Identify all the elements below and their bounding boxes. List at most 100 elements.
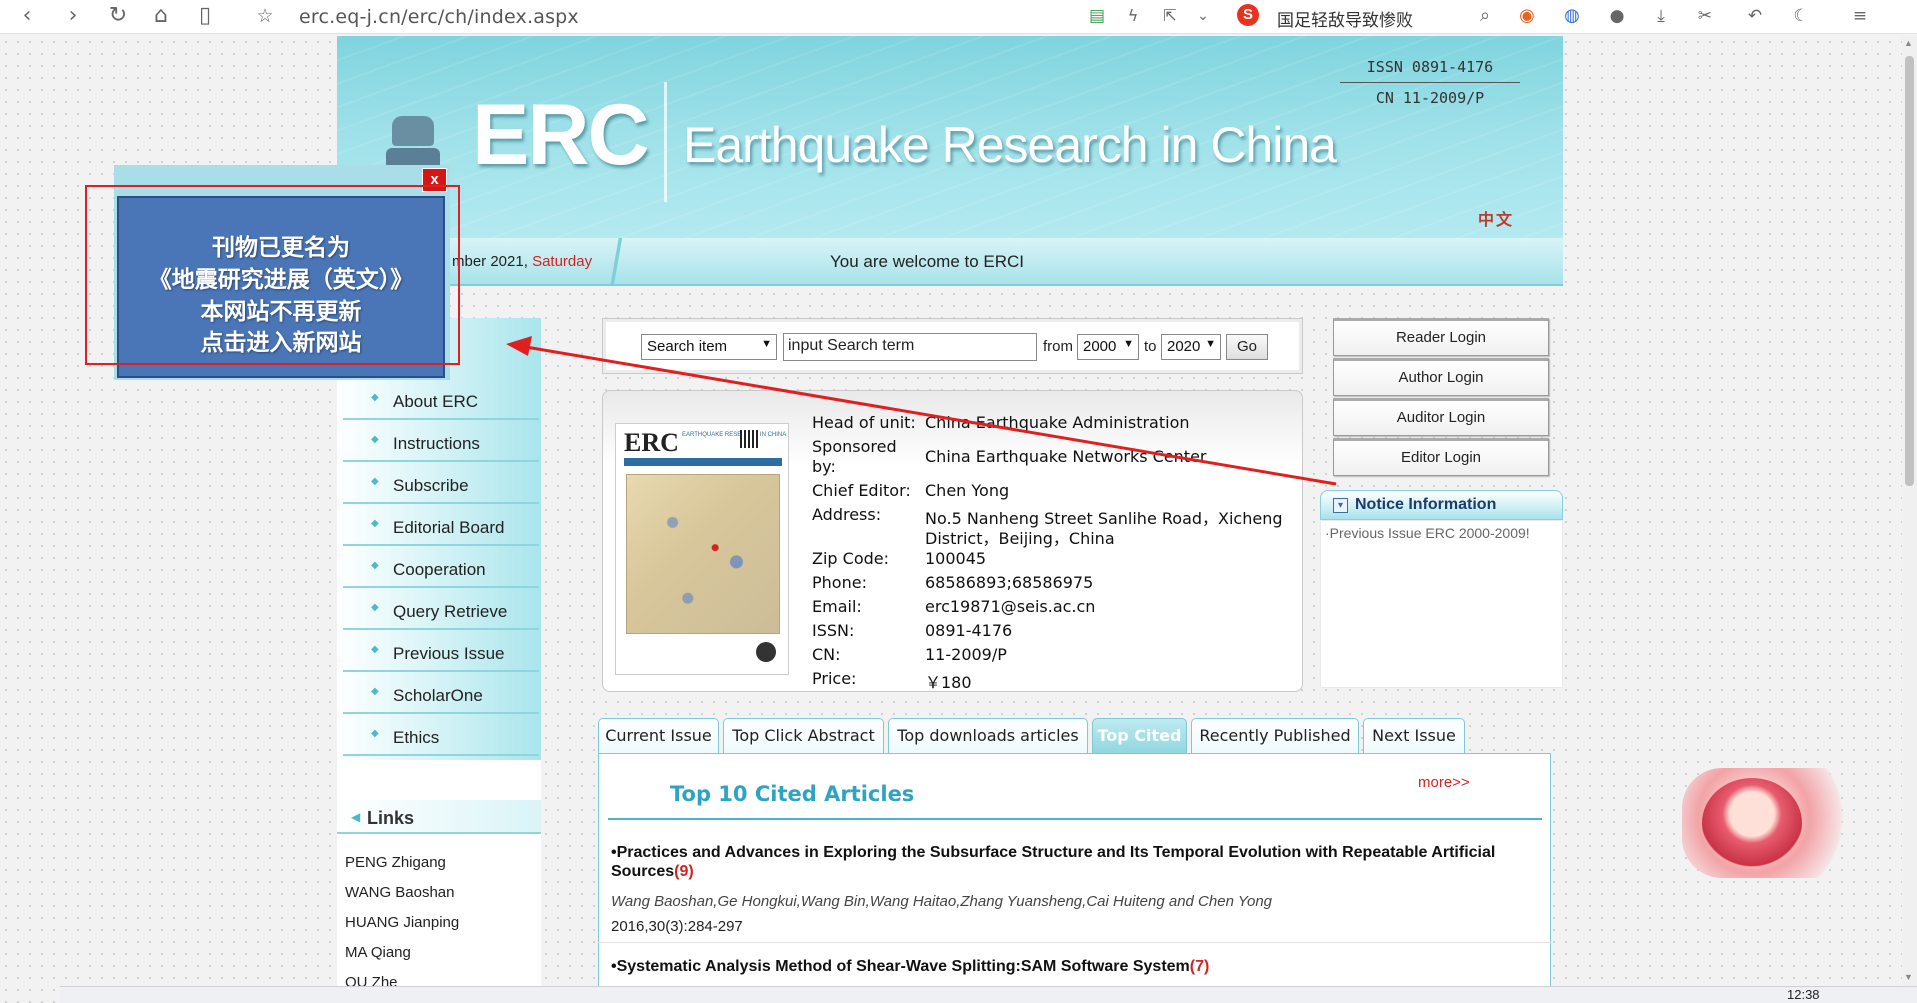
collapse-icon[interactable]: ▾ [1333,498,1348,513]
info-label: Price: [812,669,857,688]
journal-cover[interactable]: ERC EARTHQUAKE RESEARCH IN CHINA [615,423,789,675]
search-engine-icon[interactable]: S [1237,4,1259,26]
popup-line[interactable]: 刊物已更名为 [117,228,445,262]
login-button[interactable]: Editor Login [1333,438,1549,476]
tab[interactable]: Next Issue [1363,718,1465,754]
forward-icon[interactable]: › [58,2,88,30]
login-button[interactable]: Reader Login [1333,318,1549,356]
from-year-select[interactable]: 2000 ▼ [1077,334,1139,360]
nav-item[interactable]: ◆ Subscribe [343,464,539,504]
nav-item[interactable]: ◆ Editorial Board [343,506,539,546]
back-icon[interactable]: ‹ [12,2,42,30]
info-value: ￥180 [925,673,972,692]
search-icon[interactable]: ⌕ [1470,2,1500,30]
scrollbar-thumb[interactable] [1905,56,1914,486]
tab[interactable]: Current Issue [598,718,719,754]
taskbar: 12:38 [60,986,1917,1003]
bullet-icon: ◆ [371,644,379,655]
emblem-icon [756,642,776,662]
bulb-icon[interactable]: ● [1602,2,1632,30]
info-value: 11-2009/P [925,645,1007,664]
info-value: China Earthquake Administration [925,413,1190,432]
article-title[interactable]: •Practices and Advances in Exploring the… [611,843,1521,881]
link-item[interactable]: WANG Baoshan [345,884,455,901]
tab[interactable]: Top Cited [1092,718,1187,754]
chevron-down-icon[interactable]: ⌄ [1188,2,1218,30]
page-scrollbar[interactable]: ▲ ▼ [1902,36,1917,986]
chinese-language-link[interactable]: 中文 [1478,206,1514,230]
search-suggestion[interactable]: 国足轻敌导致惨败 [1277,6,1413,31]
download-icon[interactable]: ⤓ [1646,2,1676,30]
info-value: erc19871@seis.ac.cn [925,597,1096,616]
star-icon[interactable]: ☆ [250,2,280,30]
bullet-icon: ◆ [371,434,379,445]
bullet-icon: ◆ [371,518,379,529]
lightning-icon[interactable]: ϟ [1118,2,1148,30]
bullet-icon: ◆ [371,728,379,739]
menu-icon[interactable]: ≡ [1845,2,1875,30]
nav-item[interactable]: ◆ Previous Issue [343,632,539,672]
notice-item[interactable]: ·Previous Issue ERC 2000-2009! [1325,525,1530,541]
info-value: Chen Yong [925,481,1010,500]
nav-item[interactable]: ◆ Cooperation [343,548,539,588]
undo-icon[interactable]: ↶ [1740,2,1770,30]
triangle-icon: ◀ [351,810,361,824]
nav-item[interactable]: ◆ ScholarOne [343,674,539,714]
go-button[interactable]: Go [1226,334,1268,360]
info-value: 68586893;68586975 [925,573,1094,592]
article-title[interactable]: •Systematic Analysis Method of Shear-Wav… [611,957,1521,976]
link-item[interactable]: MA Qiang [345,944,411,961]
tab[interactable]: Recently Published [1191,718,1359,754]
welcome-marquee: You are welcome to ERCI [830,252,1025,271]
info-label: Chief Editor: [812,481,911,500]
links-heading: ◀ Links [337,800,541,834]
game-icon[interactable]: ◉ [1512,2,1542,30]
scissors-icon[interactable]: ✂ [1690,2,1720,30]
nav-item[interactable]: ◆ Instructions [343,422,539,462]
info-label: Zip Code: [812,549,889,568]
search-input[interactable]: input Search term [783,333,1037,361]
cn-label: CN 11-2009/P [1375,89,1485,107]
book-icon[interactable]: ▤ [1082,2,1112,30]
info-label: by: [812,457,836,476]
link-item[interactable]: PENG Zhigang [345,854,446,871]
home-icon[interactable]: ⌂ [146,2,176,30]
bullet-icon: ◆ [371,602,379,613]
info-label: CN: [812,645,841,664]
search-field-select[interactable]: Search item ▼ [641,334,777,360]
link-item[interactable]: HUANG Jianping [345,914,459,931]
taskbar-clock: 12:38 [1787,987,1820,1002]
qr-code-icon [740,430,758,448]
nav-item[interactable]: ◆ About ERC [343,380,539,420]
popup-line[interactable]: 本网站不再更新 [117,292,445,326]
address-bar[interactable]: erc.eq-j.cn/erc/ch/index.aspx [299,6,579,28]
info-label: Address: [812,505,882,524]
reload-icon[interactable]: ↻ [103,2,133,30]
nav-item[interactable]: ◆ Ethics [343,716,539,756]
notice-heading[interactable]: ▾ Notice Information [1320,490,1563,520]
login-button[interactable]: Auditor Login [1333,398,1549,436]
share-icon[interactable]: ⇱ [1155,2,1185,30]
to-year-select[interactable]: 2020 ▼ [1161,334,1221,360]
from-label: from [1043,338,1073,355]
translate-icon[interactable]: ◍ [1557,2,1587,30]
issn-label: ISSN 0891-4176 [1340,58,1520,83]
info-value: 0891-4176 [925,621,1013,640]
info-value: District，Beijing，China [925,529,1115,548]
info-label: Sponsored [812,437,897,456]
popup-line[interactable]: 《地震研究进展（英文）》 [117,260,445,294]
login-button[interactable]: Author Login [1333,358,1549,396]
floating-mascot[interactable] [1682,768,1862,878]
info-value: 100045 [925,549,987,568]
moon-icon[interactable]: ☾ [1786,2,1816,30]
popup-close-button[interactable]: x [422,168,447,192]
tab[interactable]: Top Click Abstract [723,718,884,754]
panel-title: Top 10 Cited Articles [670,782,915,806]
tab[interactable]: Top downloads articles [888,718,1088,754]
more-link[interactable]: more>> [1418,774,1470,791]
info-value: China Earthquake Networks Center [925,447,1207,466]
site-logo[interactable]: ERC [472,86,650,185]
popup-line[interactable]: 点击进入新网站 [117,323,445,357]
reader-icon[interactable]: ▯ [190,2,220,30]
nav-item[interactable]: ◆ Query Retrieve [343,590,539,630]
